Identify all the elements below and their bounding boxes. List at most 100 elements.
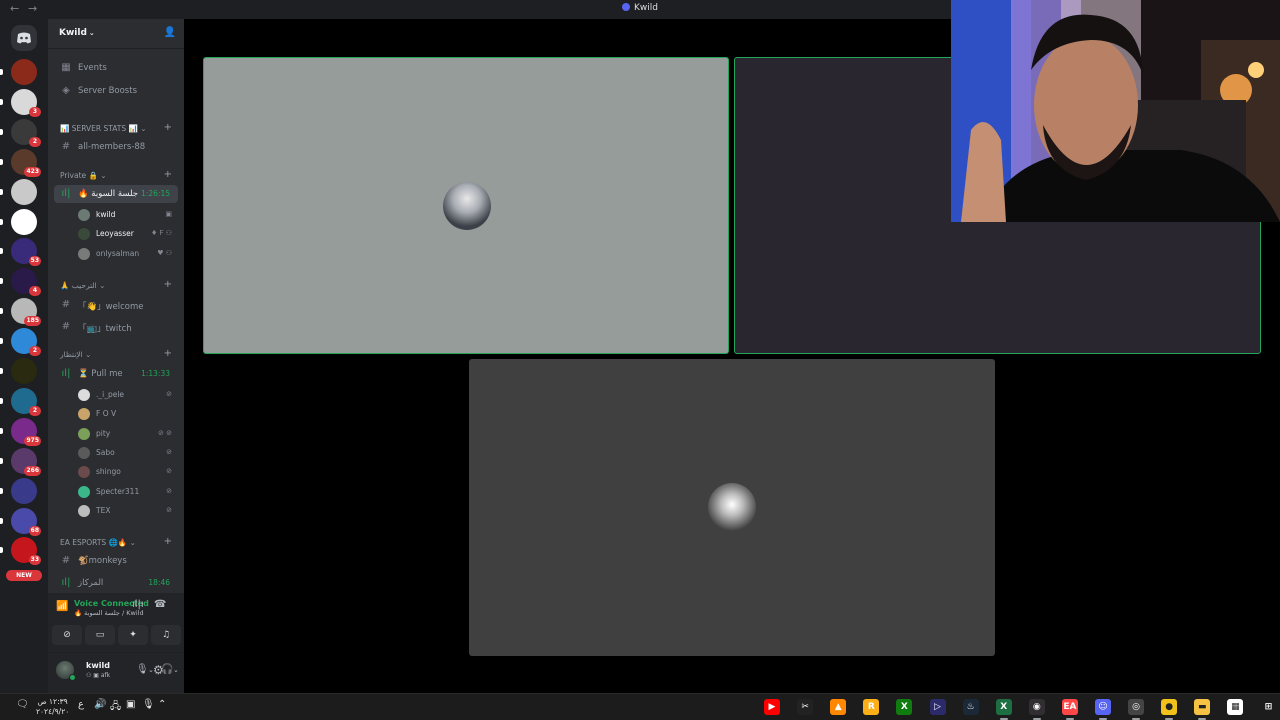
obs-icon[interactable]: ◉: [1028, 699, 1045, 715]
chevron-up-icon[interactable]: ⌃: [158, 699, 166, 710]
username[interactable]: kwild: [86, 661, 110, 670]
soundboard-button[interactable]: ♫: [151, 625, 181, 645]
vlc-icon[interactable]: ▲: [830, 699, 847, 715]
server-icon[interactable]: 68: [11, 507, 41, 536]
voice-user[interactable]: pity ⊘ ⊘: [74, 425, 174, 443]
voice-timer: 18:46: [148, 578, 170, 587]
channel-twitch[interactable]: # 「📺」twitch: [54, 318, 178, 336]
voice-user[interactable]: Sabo ⊘: [74, 444, 174, 462]
signal-icon[interactable]: 📶: [56, 601, 68, 612]
participant-tile[interactable]: [203, 57, 729, 354]
chevron-down-icon[interactable]: ⌄: [173, 666, 179, 674]
voice-channel-session[interactable]: ıl| 🔥 جلسة السوبة 1:26:15: [54, 185, 178, 203]
add-channel-icon[interactable]: +: [164, 122, 172, 133]
server-icon[interactable]: 2: [11, 387, 41, 416]
voice-status-icon: ⊘: [166, 467, 172, 476]
windows-start-icon[interactable]: ⊞: [1260, 699, 1277, 715]
voice-status-icon: ⊘: [166, 447, 172, 456]
language-indicator[interactable]: ع: [78, 699, 84, 710]
discord-icon[interactable]: ☺: [1095, 699, 1111, 715]
server-icon[interactable]: 53: [11, 238, 41, 267]
xbox-icon[interactable]: X: [896, 699, 913, 715]
unread-pill: [0, 158, 3, 165]
file-explorer-icon[interactable]: ▬: [1194, 699, 1211, 715]
server-icon[interactable]: 2: [11, 328, 41, 357]
server-icon[interactable]: 3: [11, 88, 41, 117]
notification-icon[interactable]: 🗨: [16, 699, 29, 710]
capcut-icon[interactable]: ✂: [797, 699, 814, 715]
voice-user[interactable]: ._i_pele ⊘: [74, 386, 174, 404]
discord-home-button[interactable]: [11, 25, 37, 51]
add-channel-icon[interactable]: +: [164, 348, 172, 359]
noise-suppression-icon[interactable]: ıl|ı: [132, 599, 144, 610]
voice-user-name: kwild: [96, 210, 116, 219]
server-icon[interactable]: [11, 208, 37, 235]
network-icon[interactable]: 🖧: [110, 699, 121, 716]
ea-icon[interactable]: EA: [1061, 699, 1078, 715]
server-header[interactable]: Kwild ⌄ 👤: [48, 19, 184, 49]
mention-badge: 4: [29, 286, 41, 297]
invite-people-icon[interactable]: 👤: [164, 27, 176, 38]
unread-pill: [0, 218, 3, 225]
volume-icon[interactable]: 🔊: [94, 699, 106, 710]
voice-user[interactable]: kwild ▣: [74, 206, 174, 224]
screen-share-button[interactable]: ▭: [85, 625, 115, 645]
display-icon[interactable]: ▣: [126, 699, 135, 710]
server-icon[interactable]: 423: [11, 148, 41, 177]
server-icon[interactable]: [11, 358, 37, 384]
voice-user-name: onlysalman: [96, 248, 140, 258]
channel-monkeys[interactable]: # 🐒monkeys: [54, 552, 178, 570]
server-icon[interactable]: 4: [11, 268, 41, 297]
sidebar-item-events[interactable]: ▦ Events: [54, 59, 178, 77]
channel-welcome[interactable]: # 「👋」welcome: [54, 296, 178, 314]
category-waiting[interactable]: الإنتظار ⌄: [60, 350, 91, 359]
server-icon[interactable]: 33: [11, 537, 41, 566]
media-icon[interactable]: ▷: [929, 699, 946, 715]
server-icon[interactable]: 266: [11, 447, 41, 476]
server-icon[interactable]: [11, 477, 37, 504]
server-icon[interactable]: 2: [11, 118, 41, 147]
clock[interactable]: ١٢:٣٩ ص ٢٠٢٤/٩/٢٠: [36, 697, 69, 717]
microphone-icon[interactable]: 🎙: [136, 664, 149, 675]
server-icon[interactable]: [11, 59, 37, 85]
voice-user[interactable]: Specter311 ⊘: [74, 483, 174, 501]
new-badge[interactable]: NEW: [6, 570, 42, 581]
voice-channel-pull-me[interactable]: ıl| ⏳ Pull me 1:13:33: [54, 365, 178, 383]
add-channel-icon[interactable]: +: [164, 169, 172, 180]
server-icon[interactable]: 975: [11, 417, 41, 446]
unread-pill: [0, 98, 3, 105]
category-ea-esports[interactable]: EA ESPORTS 🌐🔥 ⌄: [60, 538, 136, 547]
add-channel-icon[interactable]: +: [164, 536, 172, 547]
calendar-app-icon[interactable]: ▦: [1227, 699, 1244, 715]
youtube-icon[interactable]: ▶: [764, 699, 780, 715]
activities-button[interactable]: ✦: [118, 625, 148, 645]
server-icon: [622, 3, 630, 11]
channel-all-members[interactable]: # all-members-88: [54, 138, 178, 156]
steam-icon[interactable]: ♨: [962, 699, 979, 715]
voice-user[interactable]: onlysalman ♥ ⚇: [74, 245, 174, 263]
add-channel-icon[interactable]: +: [164, 279, 172, 290]
rockstar-icon[interactable]: R: [863, 699, 880, 715]
voice-connected-subtitle[interactable]: 🔥 جلسة السوبة / Kwild: [74, 609, 144, 617]
category-welcome[interactable]: 🙏 الترحيب ⌄: [60, 281, 105, 290]
unread-pill: [0, 69, 3, 75]
voice-status-icon: ⊘: [166, 486, 172, 495]
voice-user[interactable]: Leoyasser ♦ F ⚇: [74, 225, 174, 243]
voice-user[interactable]: TEX ⊘: [74, 502, 174, 520]
camera-off-button[interactable]: ⊘: [52, 625, 82, 645]
category-server-stats[interactable]: 📊 SERVER STATS 📊 ⌄: [60, 124, 147, 133]
voice-channel-center[interactable]: ıl| المركاز 18:46: [54, 574, 178, 592]
participant-tile[interactable]: [469, 359, 995, 656]
settings-gear-icon[interactable]: ⚙: [153, 663, 164, 677]
server-icon[interactable]: [11, 178, 37, 205]
sidebar-item-server-boosts[interactable]: ◈ Server Boosts: [54, 82, 178, 100]
excel-icon[interactable]: X: [995, 699, 1012, 715]
chrome-icon[interactable]: ●: [1161, 699, 1178, 715]
obs-studio-icon[interactable]: ◎: [1128, 699, 1145, 715]
server-icon[interactable]: 185: [11, 298, 41, 327]
category-private[interactable]: Private 🔒 ⌄: [60, 171, 107, 180]
voice-user[interactable]: shingo ⊘: [74, 463, 174, 481]
voice-user[interactable]: F O V: [74, 405, 174, 423]
microphone-icon[interactable]: 🎙: [142, 699, 155, 710]
disconnect-icon[interactable]: ☎: [154, 599, 166, 610]
